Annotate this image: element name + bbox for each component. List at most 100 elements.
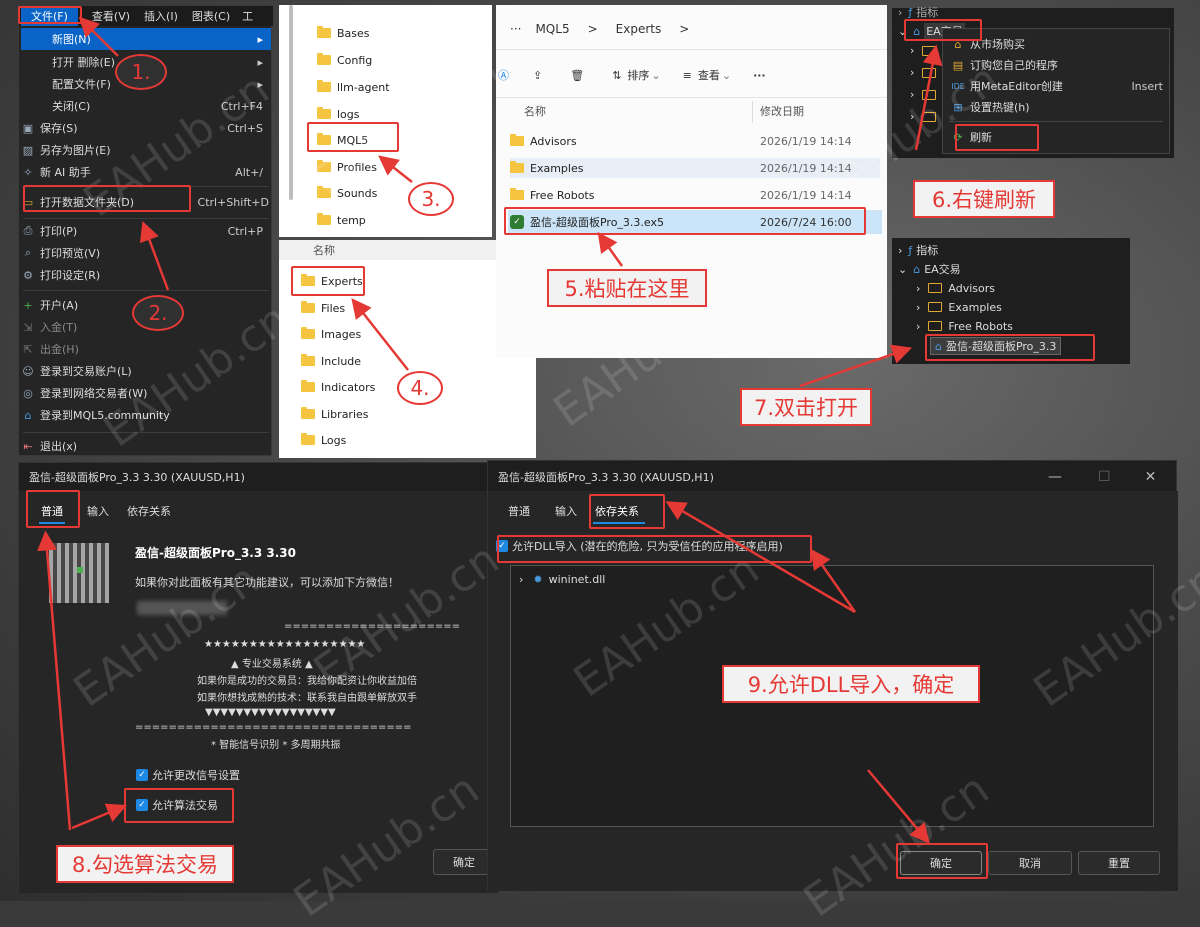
sort-button[interactable]: 排序 (627, 67, 649, 83)
desc-line: ▼▼▼▼▼▼▼▼▼▼▼▼▼▼▼▼▼ (205, 706, 336, 718)
menu-view[interactable]: 查看(V) (92, 8, 130, 24)
desc-line: ================================= (135, 721, 412, 733)
menu-divider (23, 218, 269, 219)
dialog-title: 盈信-超级面板Pro_3.3 3.30 (XAUUSD,H1) (29, 471, 245, 484)
file-row[interactable]: Free Robots 2026/1/19 14:14 (510, 185, 880, 205)
step-circle-3: 3. (408, 182, 454, 216)
ok-button[interactable]: 确定 (433, 849, 495, 875)
folder-icon (922, 89, 937, 100)
menu-item-save[interactable]: ▣ 保存(S) Ctrl+S (21, 117, 271, 139)
tab-inputs[interactable]: 输入 (555, 502, 577, 520)
chevron-right-icon: > (679, 22, 690, 36)
column-header-name[interactable]: 名称 (524, 101, 546, 121)
folder-item[interactable]: Images (301, 324, 361, 344)
product-name: 盈信-超级面板Pro_3.3 3.30 (135, 545, 296, 560)
menu-item-withdraw[interactable]: ⇱ 出金(H) (21, 338, 271, 360)
chevron-right-icon: › (910, 88, 915, 101)
folder-icon (301, 407, 315, 419)
context-item-hotkey[interactable]: ⊞ 设置热键(h) (951, 97, 1163, 117)
qr-code-image (49, 543, 109, 603)
nav-item-expert-advisors[interactable]: ⌄⌂EA交易 (898, 261, 961, 277)
folder-item[interactable]: Files (301, 298, 345, 318)
folder-item[interactable]: Logs (301, 430, 346, 450)
maximize-icon[interactable]: ☐ (1098, 469, 1111, 485)
menu-item-exit[interactable]: ⇤ 退出(x) (21, 435, 271, 457)
menu-item-close[interactable]: 关闭(C) Ctrl+F4 (21, 95, 271, 117)
menu-shortcut: Ctrl+P (227, 224, 263, 238)
breadcrumb-experts[interactable]: Experts (616, 22, 662, 36)
menu-item-print-preview[interactable]: ⌕ 打印预览(V) (21, 242, 271, 264)
folder-icon (922, 45, 937, 56)
desc-line: 如果你是成功的交易员：我给你配资让你收益加倍 (197, 675, 417, 687)
minimize-icon[interactable]: — (1048, 469, 1062, 485)
folder-item[interactable]: llm-agent (317, 77, 390, 97)
folder-item[interactable]: temp (317, 210, 366, 230)
menu-divider (23, 432, 269, 433)
submenu-arrow-icon: ▸ (257, 32, 263, 46)
nav-item-advisors[interactable]: › Advisors (916, 280, 995, 296)
explorer-scrollbar[interactable] (289, 5, 293, 200)
context-item-buy-market[interactable]: ⌂ 从市场购买 (951, 34, 1163, 54)
nav-item-free-robots[interactable]: › Free Robots (916, 318, 1013, 334)
file-row[interactable]: Examples 2026/1/19 14:14 (510, 158, 880, 178)
menu-item-save-as-picture[interactable]: ▨ 另存为图片(E) (21, 139, 271, 161)
callout-step-6: 6.右键刷新 (913, 180, 1055, 218)
menu-item-print[interactable]: ⎙ 打印(P) Ctrl+P (21, 220, 271, 242)
breadcrumb-mql5[interactable]: MQL5 (535, 22, 569, 36)
menu-item-login-trade[interactable]: ☺ 登录到交易账户(L) (21, 360, 271, 382)
breadcrumb-more[interactable]: ··· (510, 22, 521, 36)
explorer-toolbar: Ⓐ ⇪ 🗑 ⇅ 排序 ⌄ ≡ 查看 ⌄ ··· (496, 63, 766, 87)
menu-item-label: 打印(P) (40, 225, 78, 238)
tab-inputs[interactable]: 输入 (87, 502, 109, 520)
folder-item[interactable]: logs (317, 104, 360, 124)
user-icon: ☺ (22, 364, 34, 378)
nav-item-indicators[interactable]: › ƒ 指标 (898, 4, 938, 20)
menu-item-print-setup[interactable]: ⚙ 打印设定(R) (21, 264, 271, 286)
delete-icon[interactable]: 🗑 (570, 69, 584, 82)
column-divider (752, 101, 753, 123)
folder-item[interactable]: Config (317, 50, 372, 70)
menu-item-label: 打印设定(R) (40, 269, 101, 282)
folder-item[interactable]: Profiles (317, 157, 377, 177)
cancel-button[interactable]: 取消 (988, 851, 1072, 875)
highlight-box (504, 207, 866, 235)
more-button[interactable]: ··· (753, 69, 766, 82)
folder-item[interactable]: Bases (317, 23, 370, 43)
file-row[interactable]: Advisors 2026/1/19 14:14 (510, 131, 880, 151)
menu-item-new-chart[interactable]: 新图(N) ▸ (21, 28, 271, 50)
callout-step-7: 7.双击打开 (740, 388, 872, 426)
folder-icon (928, 321, 943, 331)
nav-item-indicators[interactable]: › ƒ 指标 (898, 242, 938, 258)
menu-item-login-mql5[interactable]: ⌂ 登录到MQL5.community (21, 404, 271, 426)
save-icon: ▣ (22, 121, 34, 135)
folder-item[interactable]: Indicators (301, 377, 375, 397)
menu-item-login-web[interactable]: ◎ 登录到网络交易者(W) (21, 382, 271, 404)
close-icon[interactable]: ✕ (1145, 469, 1157, 485)
menu-item-label: 打印预览(V) (40, 247, 101, 260)
nav-item-examples[interactable]: › Examples (916, 299, 1002, 315)
folder-item[interactable]: Libraries (301, 404, 369, 424)
checkbox-allow-signal-change[interactable]: ✓ 允许更改信号设置 (136, 767, 240, 783)
folder-item[interactable]: Include (301, 351, 361, 371)
sparkle-icon: ✧ (23, 165, 33, 179)
folder-item[interactable]: Sounds (317, 183, 377, 203)
mql5-hat-icon: ⌂ (24, 408, 32, 422)
menu-tools[interactable]: 工 (242, 8, 253, 24)
context-item-order-program[interactable]: ▤ 订购您自己的程序 (951, 55, 1163, 75)
tab-dependencies[interactable]: 依存关系 (127, 502, 171, 520)
toolbar-divider (496, 97, 887, 98)
menu-item-ai-assistant[interactable]: ✧ 新 AI 助手 Alt+/ (21, 161, 271, 183)
column-header-date[interactable]: 修改日期 (760, 101, 804, 121)
reset-button[interactable]: 重置 (1078, 851, 1160, 875)
order-icon: ▤ (952, 58, 964, 72)
share-icon[interactable]: ⇪ (533, 69, 542, 82)
context-item-metaeditor[interactable]: IDE 用MetaEditor创建 Insert (951, 76, 1163, 96)
menu-chart[interactable]: 图表(C) (192, 8, 230, 24)
chevron-down-icon: ⌄ (721, 68, 732, 82)
view-button[interactable]: 查看 (698, 67, 720, 83)
tab-general[interactable]: 普通 (508, 502, 530, 520)
rename-icon[interactable]: Ⓐ (498, 67, 509, 83)
menu-insert[interactable]: 插入(I) (144, 8, 178, 24)
dependency-item[interactable]: › ✹ wininet.dll (519, 570, 605, 588)
menu-item-label: 登录到交易账户(L) (40, 365, 132, 378)
